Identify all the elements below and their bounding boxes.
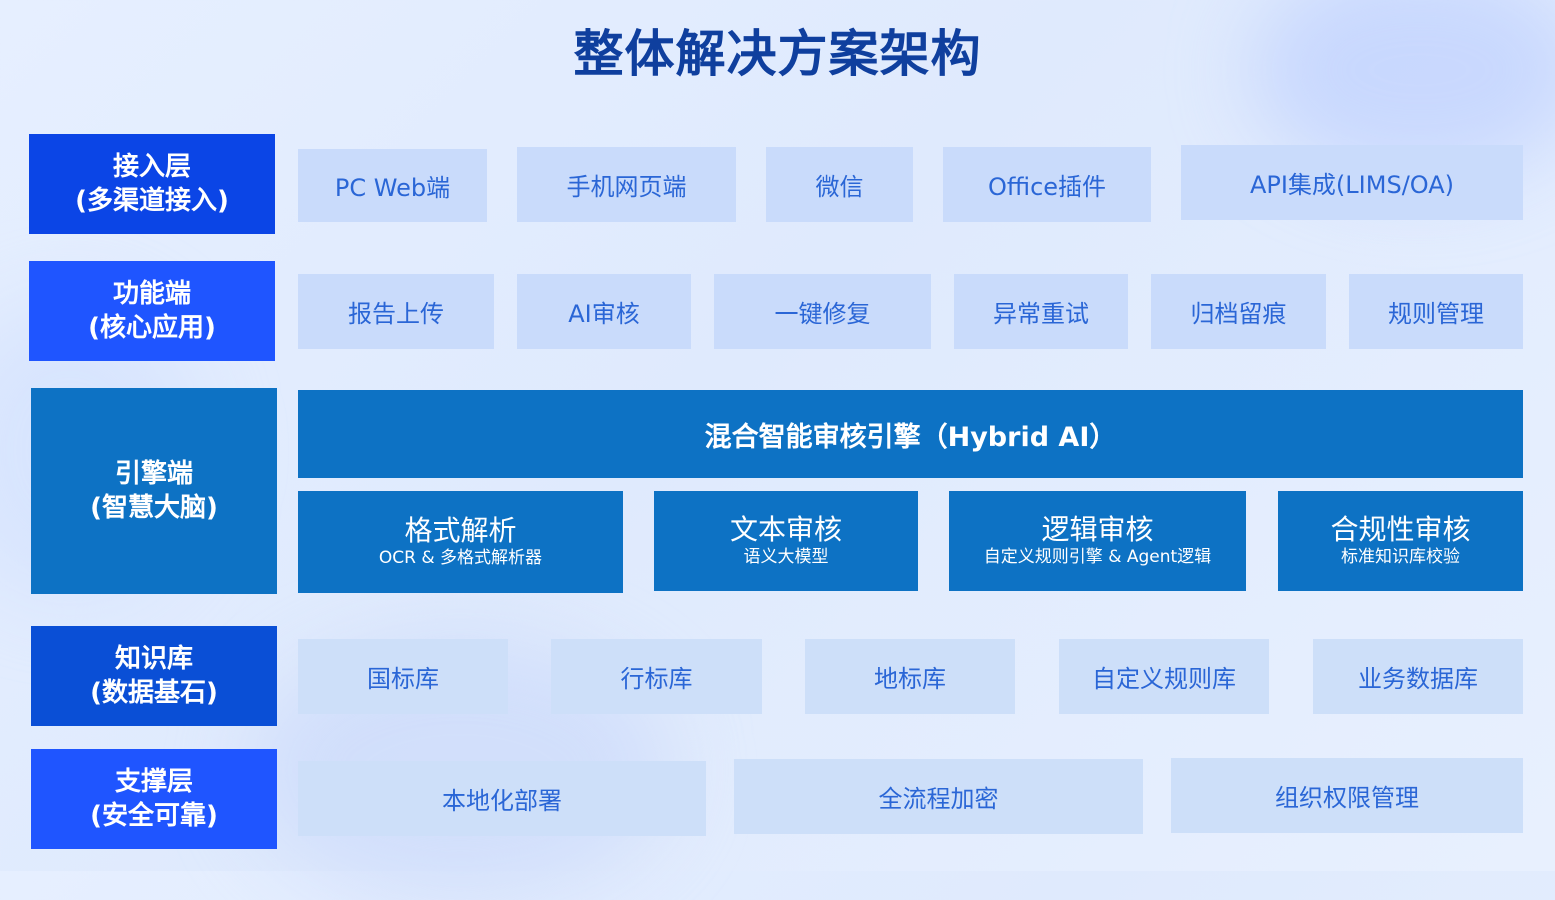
layer-access-sub: (多渠道接入)	[75, 186, 229, 216]
knowledge-item-local: 地标库	[805, 639, 1015, 714]
engine-module-text: 文本审核 语义大模型	[654, 491, 918, 591]
knowledge-item-custom-rules: 自定义规则库	[1059, 639, 1269, 714]
engine-module-logic: 逻辑审核 自定义规则引擎 & Agent逻辑	[949, 491, 1246, 591]
function-item-archive: 归档留痕	[1151, 274, 1326, 349]
layer-knowledge-sub: (数据基石)	[90, 678, 218, 708]
support-item-local-deploy: 本地化部署	[298, 761, 706, 836]
layer-function: 功能端 (核心应用)	[29, 261, 275, 361]
layer-engine-name: 引擎端	[114, 459, 193, 489]
engine-module-logic-desc: 自定义规则引擎 & Agent逻辑	[983, 547, 1212, 567]
engine-module-text-name: 文本审核	[729, 513, 842, 546]
layer-access-name: 接入层	[112, 152, 191, 182]
engine-module-compliance-desc: 标准知识库校验	[1341, 547, 1460, 567]
layer-function-name: 功能端	[112, 279, 191, 309]
layer-knowledge-name: 知识库	[114, 644, 193, 674]
layer-function-sub: (核心应用)	[88, 313, 216, 343]
function-item-retry: 异常重试	[954, 274, 1128, 349]
support-item-encryption: 全流程加密	[734, 759, 1143, 834]
layer-support-sub: (安全可靠)	[90, 801, 218, 831]
support-item-permission: 组织权限管理	[1171, 758, 1523, 833]
page-title: 整体解决方案架构	[573, 25, 982, 83]
layer-support-name: 支撑层	[114, 767, 193, 797]
knowledge-item-industry: 行标库	[551, 639, 762, 714]
engine-header: 混合智能审核引擎（Hybrid AI）	[298, 390, 1523, 478]
function-item-ai-review: AI审核	[517, 274, 691, 349]
engine-module-format: 格式解析 OCR & 多格式解析器	[298, 491, 623, 593]
layer-access: 接入层 (多渠道接入)	[29, 134, 275, 234]
access-item-api: API集成(LIMS/OA)	[1181, 145, 1523, 220]
layer-engine-sub: (智慧大脑)	[90, 493, 218, 523]
function-item-rule-management: 规则管理	[1349, 274, 1523, 349]
access-item-mobile-web: 手机网页端	[517, 147, 736, 222]
engine-module-compliance-name: 合规性审核	[1330, 513, 1471, 546]
knowledge-item-business-db: 业务数据库	[1313, 639, 1523, 714]
engine-module-format-name: 格式解析	[404, 514, 517, 547]
access-item-pc-web: PC Web端	[298, 149, 487, 222]
knowledge-item-national: 国标库	[298, 639, 508, 714]
function-item-one-click-fix: 一键修复	[714, 274, 931, 349]
engine-module-format-desc: OCR & 多格式解析器	[378, 548, 543, 568]
layer-engine: 引擎端 (智慧大脑)	[31, 388, 277, 594]
engine-module-compliance: 合规性审核 标准知识库校验	[1278, 491, 1523, 591]
layer-support: 支撑层 (安全可靠)	[31, 749, 277, 849]
layer-knowledge: 知识库 (数据基石)	[31, 626, 277, 726]
engine-module-logic-name: 逻辑审核	[1041, 513, 1154, 546]
access-item-wechat: 微信	[766, 147, 913, 222]
engine-module-text-desc: 语义大模型	[743, 547, 829, 567]
access-item-office-plugin: Office插件	[943, 147, 1151, 222]
function-item-upload: 报告上传	[298, 274, 494, 349]
